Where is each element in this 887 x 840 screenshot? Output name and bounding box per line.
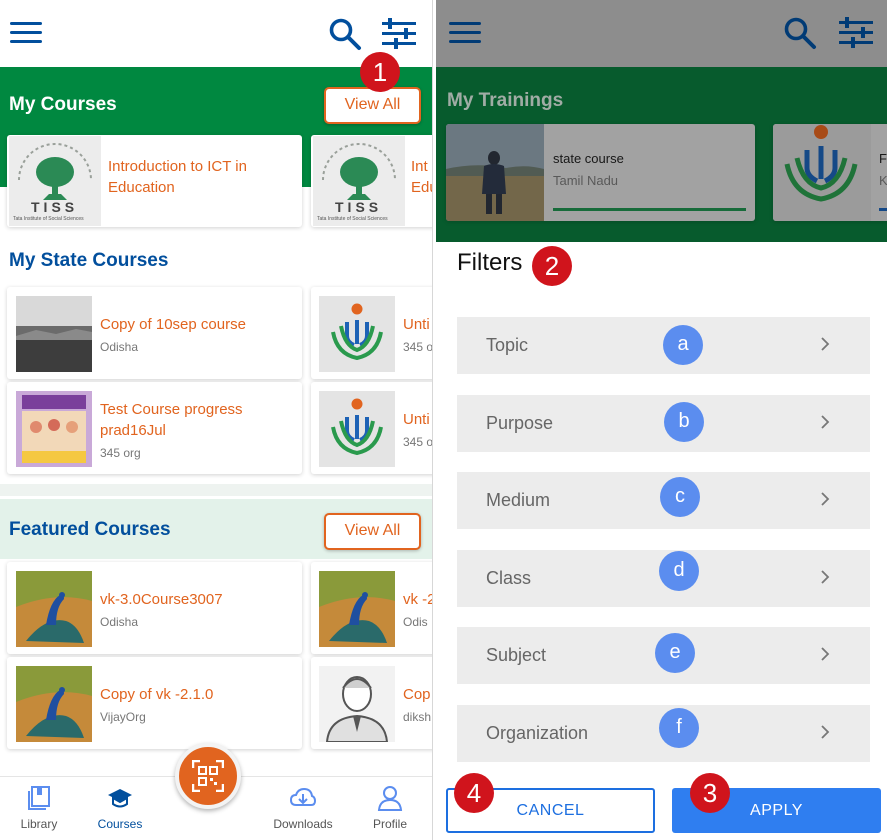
annotation-badge-b: b bbox=[664, 402, 704, 442]
chevron-right-icon bbox=[821, 725, 830, 739]
section-divider bbox=[0, 484, 432, 496]
my-state-courses-title: My State Courses bbox=[9, 250, 169, 271]
course-subtitle: 345 o bbox=[403, 435, 432, 449]
nav-label: Courses bbox=[97, 817, 143, 831]
search-icon[interactable] bbox=[328, 17, 362, 51]
course-title: vk -2 bbox=[403, 591, 432, 608]
tiss-logo: TISS Tata Institute of Social Sciences bbox=[313, 136, 405, 226]
course-subtitle: diksh bbox=[403, 710, 432, 724]
annotation-badge-c: c bbox=[660, 477, 700, 517]
annotation-badge-d: d bbox=[659, 551, 699, 591]
chevron-right-icon bbox=[821, 415, 830, 429]
nav-label: Downloads bbox=[273, 817, 333, 831]
modal-scrim[interactable] bbox=[436, 0, 887, 242]
annotation-badge-3: 3 bbox=[690, 773, 730, 813]
peacock-thumbnail bbox=[319, 571, 395, 647]
person-avatar-thumbnail bbox=[319, 666, 395, 742]
diksha-logo bbox=[319, 296, 395, 372]
tiss-logo-text: TISS bbox=[31, 199, 79, 215]
course-card[interactable]: Test Course progress prad16Jul 345 org bbox=[7, 382, 302, 474]
course-subtitle: 345 org bbox=[100, 446, 141, 460]
course-thumbnail bbox=[16, 296, 92, 372]
chevron-right-icon bbox=[821, 492, 830, 506]
annotation-badge-1: 1 bbox=[360, 52, 400, 92]
course-card[interactable]: Copy of 10sep course Odisha bbox=[7, 287, 302, 379]
annotation-badge-f: f bbox=[659, 708, 699, 748]
tiss-logo: TISS Tata Institute of Social Sciences bbox=[9, 136, 101, 226]
downloads-icon bbox=[290, 787, 316, 806]
tiss-logo-caption: Tata Institute of Social Sciences bbox=[317, 216, 388, 222]
courses-screen: My Courses View All TISS Tata Institute … bbox=[0, 0, 432, 840]
nav-profile[interactable]: Profile bbox=[355, 785, 425, 831]
course-subtitle: Odisha bbox=[100, 615, 139, 629]
library-icon bbox=[28, 786, 50, 810]
course-card[interactable]: Copy of vk -2.1.0 VijayOrg bbox=[7, 657, 302, 749]
tiss-logo-text: TISS bbox=[335, 199, 383, 215]
course-card[interactable]: Cop diksh bbox=[311, 657, 432, 749]
filter-label: Subject bbox=[486, 645, 547, 665]
filter-label: Medium bbox=[486, 490, 551, 510]
courses-icon bbox=[108, 789, 132, 808]
course-thumbnail bbox=[16, 391, 92, 467]
filter-label: Topic bbox=[486, 335, 529, 355]
course-card[interactable]: vk -2 Odis bbox=[311, 562, 432, 654]
filter-label: Purpose bbox=[486, 413, 554, 433]
chevron-right-icon bbox=[821, 570, 830, 584]
nav-downloads[interactable]: Downloads bbox=[268, 785, 338, 831]
course-subtitle: 345 o bbox=[403, 340, 432, 354]
course-title: Int Edu bbox=[411, 158, 432, 196]
peacock-thumbnail bbox=[16, 666, 92, 742]
diksha-logo bbox=[319, 391, 395, 467]
course-title: Unti bbox=[403, 411, 430, 428]
nav-label: Library bbox=[20, 817, 58, 831]
filters-title: Filters bbox=[457, 249, 523, 276]
qr-scan-button[interactable] bbox=[175, 743, 241, 809]
nav-label: Profile bbox=[372, 817, 407, 831]
course-card[interactable]: Unti 345 o bbox=[311, 287, 432, 379]
qr-code-icon bbox=[192, 760, 224, 792]
course-subtitle: Odis bbox=[403, 615, 428, 629]
annotation-badge-2: 2 bbox=[532, 246, 572, 286]
annotation-badge-e: e bbox=[655, 633, 695, 673]
course-title: Unti bbox=[403, 316, 430, 333]
menu-icon[interactable] bbox=[10, 22, 42, 44]
annotation-badge-a: a bbox=[663, 325, 703, 365]
course-card[interactable]: TISS Tata Institute of Social Sciences I… bbox=[7, 135, 302, 227]
course-subtitle: Odisha bbox=[100, 340, 139, 354]
filters-screen: My Trainings state course Tamil Nadu F K… bbox=[436, 0, 887, 840]
nav-courses[interactable]: Courses bbox=[85, 785, 155, 831]
my-courses-title: My Courses bbox=[9, 94, 117, 115]
filter-sliders-icon[interactable] bbox=[382, 18, 416, 50]
course-title: vk-3.0Course3007 bbox=[100, 591, 223, 608]
course-card[interactable]: TISS Tata Institute of Social Sciences I… bbox=[311, 135, 432, 227]
featured-courses-view-all-button[interactable]: View All bbox=[324, 513, 421, 550]
peacock-thumbnail bbox=[16, 571, 92, 647]
course-title: Copy of vk -2.1.0 bbox=[100, 686, 214, 703]
chevron-right-icon bbox=[821, 647, 830, 661]
nav-library[interactable]: Library bbox=[4, 785, 74, 831]
filter-label: Class bbox=[486, 568, 532, 588]
my-courses-view-all-button[interactable]: View All bbox=[324, 87, 421, 124]
course-card[interactable]: vk-3.0Course3007 Odisha bbox=[7, 562, 302, 654]
course-title: Introduction to ICT in Education bbox=[108, 158, 247, 196]
course-card[interactable]: Unti 345 o bbox=[311, 382, 432, 474]
course-title: Test Course progress prad16Jul bbox=[100, 401, 243, 439]
filter-label: Organization bbox=[486, 723, 589, 743]
featured-courses-title: Featured Courses bbox=[9, 519, 171, 540]
chevron-right-icon bbox=[821, 337, 830, 351]
course-title: Copy of 10sep course bbox=[100, 316, 246, 333]
course-title: Cop bbox=[403, 686, 431, 703]
profile-icon bbox=[377, 786, 403, 811]
tiss-logo-caption: Tata Institute of Social Sciences bbox=[13, 216, 84, 222]
course-subtitle: VijayOrg bbox=[100, 710, 146, 724]
annotation-badge-4: 4 bbox=[454, 773, 494, 813]
screenshot-composite: My Courses View All TISS Tata Institute … bbox=[0, 0, 887, 840]
